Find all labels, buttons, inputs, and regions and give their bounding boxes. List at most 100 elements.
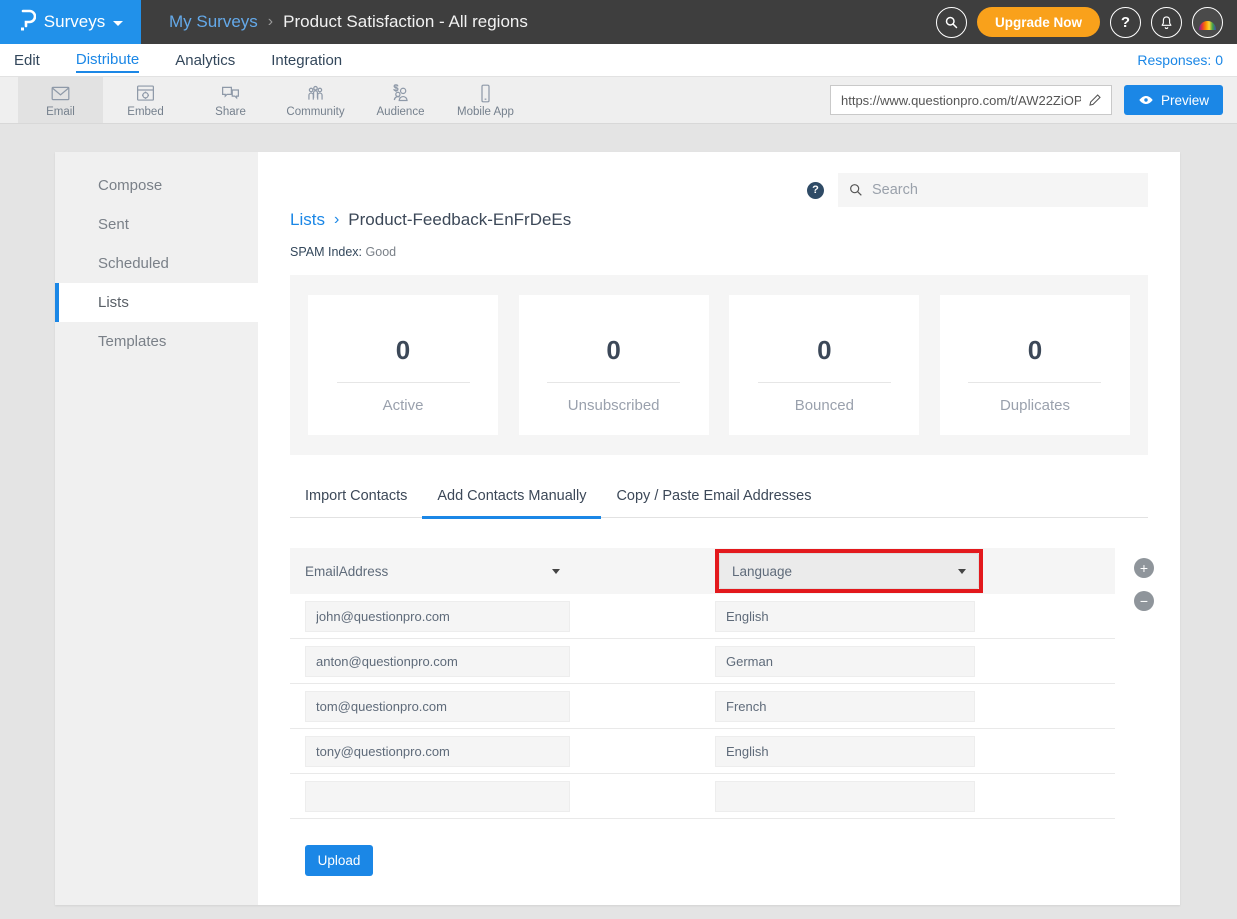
list-stats: 0 Active 0 Unsubscribed 0 Bounced 0 xyxy=(290,275,1148,455)
contacts-search-box xyxy=(838,173,1148,207)
toolbar-item-email[interactable]: Email xyxy=(18,77,103,123)
language-column-value: Language xyxy=(732,564,792,579)
contact-row xyxy=(290,729,1115,774)
people-group-icon xyxy=(305,83,326,104)
language-input[interactable] xyxy=(715,736,975,767)
stat-card-active: 0 Active xyxy=(308,295,498,435)
sidebar-item-sent[interactable]: Sent xyxy=(55,205,258,244)
toolbar-item-mobile-app[interactable]: Mobile App xyxy=(443,77,528,123)
nav-item-analytics[interactable]: Analytics xyxy=(175,48,235,72)
preview-label: Preview xyxy=(1161,93,1209,108)
stat-value: 0 xyxy=(308,335,498,366)
toolbar-right: Preview xyxy=(830,77,1237,123)
survey-nav: Edit Distribute Analytics Integration Re… xyxy=(0,44,1237,76)
add-row-button[interactable]: + xyxy=(1134,558,1154,578)
browser-gear-icon xyxy=(135,83,156,104)
bell-icon xyxy=(1159,15,1174,30)
product-switcher[interactable]: Surveys xyxy=(0,0,141,44)
language-column-select[interactable]: Language xyxy=(719,553,979,589)
edit-url-icon[interactable] xyxy=(1088,91,1104,107)
email-input[interactable] xyxy=(305,736,570,767)
paid-audience-icon: $ xyxy=(390,83,411,104)
email-side-nav: Compose Sent Scheduled Lists Templates xyxy=(55,152,258,905)
global-search-button[interactable] xyxy=(936,7,967,38)
toolbar-item-share[interactable]: Share xyxy=(188,77,273,123)
contact-row xyxy=(290,774,1115,819)
divider xyxy=(968,382,1101,383)
stat-value: 0 xyxy=(940,335,1130,366)
header-cell-email: EmailAddress xyxy=(290,564,715,579)
chat-bubbles-icon xyxy=(220,83,241,104)
email-input[interactable] xyxy=(305,601,570,632)
email-input[interactable] xyxy=(305,781,570,812)
responses-count: Responses: 0 xyxy=(1137,52,1223,68)
breadcrumb-lists-link[interactable]: Lists xyxy=(290,210,325,230)
toolbar-item-community[interactable]: Community xyxy=(273,77,358,123)
upload-button[interactable]: Upload xyxy=(305,845,373,876)
stat-value: 0 xyxy=(729,335,919,366)
search-row: ? xyxy=(290,172,1148,208)
app-header: Surveys My Surveys › Product Satisfactio… xyxy=(0,0,1237,44)
breadcrumb-survey-title: Product Satisfaction - All regions xyxy=(283,12,528,32)
toolbar-label: Embed xyxy=(127,106,163,118)
toolbar-label: Community xyxy=(286,106,344,118)
envelope-icon xyxy=(50,83,71,104)
spam-index: SPAM Index: Good xyxy=(290,245,1148,259)
list-breadcrumb: Lists › Product-Feedback-EnFrDeEs xyxy=(290,210,1148,230)
language-input[interactable] xyxy=(715,646,975,677)
contact-row xyxy=(290,684,1115,729)
tab-copy-paste-email-addresses[interactable]: Copy / Paste Email Addresses xyxy=(601,488,826,517)
upgrade-now-button[interactable]: Upgrade Now xyxy=(977,7,1100,37)
spam-index-value: Good xyxy=(366,245,397,259)
sidebar-item-templates[interactable]: Templates xyxy=(55,322,258,361)
email-column-select[interactable]: EmailAddress xyxy=(305,564,570,579)
stat-label: Active xyxy=(308,397,498,414)
search-icon xyxy=(848,182,864,198)
sidebar-item-scheduled[interactable]: Scheduled xyxy=(55,244,258,283)
breadcrumb-my-surveys[interactable]: My Surveys xyxy=(169,12,258,32)
sidebar-item-lists[interactable]: Lists xyxy=(55,283,258,322)
sidebar-item-compose[interactable]: Compose xyxy=(55,166,258,205)
survey-url-wrap xyxy=(830,85,1112,115)
nav-item-edit[interactable]: Edit xyxy=(14,48,40,72)
toolbar-label: Mobile App xyxy=(457,106,514,118)
email-input[interactable] xyxy=(305,646,570,677)
divider xyxy=(337,382,470,383)
nav-item-distribute[interactable]: Distribute xyxy=(76,47,139,73)
email-column-value: EmailAddress xyxy=(305,564,388,579)
stat-card-duplicates: 0 Duplicates xyxy=(940,295,1130,435)
questionpro-logo-icon xyxy=(18,8,36,37)
help-button[interactable]: ? xyxy=(1110,7,1141,38)
remove-row-button[interactable]: − xyxy=(1134,591,1154,611)
tab-import-contacts[interactable]: Import Contacts xyxy=(290,488,422,517)
contextual-help-icon[interactable]: ? xyxy=(807,182,824,199)
manual-contacts-table-wrap: EmailAddress Language xyxy=(290,548,1148,819)
avatar[interactable] xyxy=(1192,7,1223,38)
chevron-down-icon xyxy=(113,21,123,26)
email-distribution-card: Compose Sent Scheduled Lists Templates ?… xyxy=(55,152,1180,905)
gauge-avatar-graphic xyxy=(1199,21,1216,30)
preview-button[interactable]: Preview xyxy=(1124,85,1223,115)
contacts-tabs: Import Contacts Add Contacts Manually Co… xyxy=(290,488,1148,518)
toolbar-label: Share xyxy=(215,106,246,118)
chevron-down-icon xyxy=(958,569,966,574)
nav-item-integration[interactable]: Integration xyxy=(271,48,342,72)
toolbar-item-embed[interactable]: Embed xyxy=(103,77,188,123)
stat-card-bounced: 0 Bounced xyxy=(729,295,919,435)
language-input[interactable] xyxy=(715,691,975,722)
header-actions: Upgrade Now ? xyxy=(936,0,1237,44)
divider xyxy=(758,382,891,383)
language-input[interactable] xyxy=(715,601,975,632)
language-input[interactable] xyxy=(715,781,975,812)
stat-card-unsubscribed: 0 Unsubscribed xyxy=(519,295,709,435)
tab-add-contacts-manually[interactable]: Add Contacts Manually xyxy=(422,488,601,519)
toolbar-label: Audience xyxy=(377,106,425,118)
notifications-button[interactable] xyxy=(1151,7,1182,38)
survey-url-input[interactable] xyxy=(830,85,1112,115)
divider xyxy=(547,382,680,383)
contacts-search-input[interactable] xyxy=(872,182,1138,198)
toolbar-item-audience[interactable]: $ Audience xyxy=(358,77,443,123)
breadcrumb-list-name: Product-Feedback-EnFrDeEs xyxy=(348,210,571,230)
chevron-down-icon xyxy=(552,569,560,574)
email-input[interactable] xyxy=(305,691,570,722)
